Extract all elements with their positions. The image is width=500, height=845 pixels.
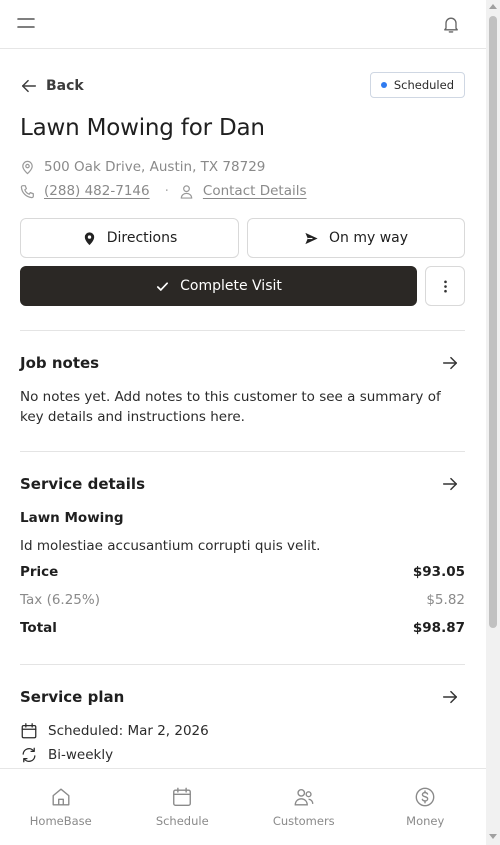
arrow-left-icon: [21, 79, 37, 93]
home-icon: [52, 788, 70, 806]
tab-homebase[interactable]: HomeBase: [0, 769, 122, 845]
scroll-up-arrow-icon[interactable]: [489, 4, 497, 9]
phone-icon: [20, 184, 34, 198]
job-notes-title: Job notes: [20, 354, 100, 372]
tax-row: Tax (6.25%) $5.82: [20, 592, 465, 608]
directions-label: Directions: [106, 230, 178, 246]
phone-link[interactable]: (288) 482-7146: [44, 183, 150, 199]
frequency-text: Bi-weekly: [48, 747, 114, 763]
calendar-icon: [21, 723, 37, 739]
bell-icon[interactable]: [441, 14, 461, 34]
tab-label: HomeBase: [29, 814, 92, 828]
arrow-right-icon[interactable]: [441, 475, 459, 493]
service-details-title: Service details: [20, 475, 145, 493]
complete-visit-button[interactable]: Complete Visit: [20, 266, 417, 306]
tax-label: Tax (6.25%): [20, 592, 100, 608]
top-bar: [0, 0, 486, 49]
send-icon: [305, 232, 318, 244]
tab-schedule[interactable]: Schedule: [122, 769, 244, 845]
person-icon: [180, 184, 193, 199]
back-button[interactable]: Back: [20, 75, 84, 97]
tab-label: Money: [406, 814, 445, 828]
scheduled-row: Scheduled: Mar 2, 2026: [20, 721, 209, 741]
scroll-down-arrow-icon[interactable]: [489, 834, 497, 839]
directions-button[interactable]: Directions: [20, 218, 239, 258]
dollar-icon: [415, 787, 435, 807]
tab-label: Schedule: [155, 814, 209, 828]
separator-dot: ·: [164, 183, 169, 199]
service-description: Id molestiae accusantium corrupti quis v…: [20, 538, 321, 554]
address-text: 500 Oak Drive, Austin, TX 78729: [44, 159, 266, 175]
hamburger-menu-icon[interactable]: [17, 16, 35, 30]
on-my-way-button[interactable]: On my way: [247, 218, 465, 258]
status-dot: [380, 82, 387, 88]
checkmark-icon: [157, 281, 169, 291]
scrollbar[interactable]: [486, 0, 500, 845]
frequency-row: Bi-weekly: [20, 745, 113, 765]
users-icon: [294, 788, 314, 806]
repeat-icon: [22, 747, 36, 763]
calendar-icon: [173, 787, 192, 806]
complete-visit-label: Complete Visit: [180, 278, 282, 294]
contact-details-link[interactable]: Contact Details: [203, 183, 307, 199]
price-value: $93.05: [412, 564, 465, 580]
divider: [20, 451, 465, 452]
total-value: $98.87: [412, 620, 465, 636]
total-label: Total: [20, 620, 57, 636]
address-row: 500 Oak Drive, Austin, TX 78729: [20, 157, 265, 177]
arrow-right-icon[interactable]: [441, 354, 459, 372]
vertical-dots-icon: [443, 280, 447, 292]
job-detail-scroll[interactable]: Back Scheduled Lawn Mowing for Dan 500 O…: [0, 49, 486, 768]
tax-value: $5.82: [426, 592, 465, 608]
divider: [20, 330, 465, 331]
tab-money[interactable]: Money: [365, 769, 487, 845]
divider: [20, 664, 465, 665]
more-options-button[interactable]: [425, 266, 465, 306]
scheduled-text: Scheduled: Mar 2, 2026: [48, 723, 209, 739]
tab-label: Customers: [272, 814, 335, 828]
page-title: Lawn Mowing for Dan: [20, 115, 265, 141]
bottom-tab-bar: HomeBase Schedule Customers Money: [0, 768, 486, 845]
service-name: Lawn Mowing: [20, 510, 124, 526]
arrow-right-icon[interactable]: [441, 688, 459, 706]
service-plan-title: Service plan: [20, 688, 125, 706]
location-pin-icon: [22, 160, 33, 174]
scrollbar-thumb[interactable]: [489, 16, 497, 628]
map-pin-icon: [84, 231, 94, 245]
status-badge: Scheduled: [369, 72, 465, 98]
contact-row: (288) 482-7146 · Contact Details: [20, 181, 307, 201]
tab-customers[interactable]: Customers: [243, 769, 365, 845]
job-notes-text: No notes yet. Add notes to this customer…: [20, 389, 441, 425]
back-label: Back: [46, 78, 84, 94]
status-label: Scheduled: [393, 78, 454, 92]
price-label: Price: [20, 564, 59, 580]
total-row: Total $98.87: [20, 620, 465, 636]
price-row: Price $93.05: [20, 564, 465, 580]
on-my-way-label: On my way: [328, 230, 409, 246]
